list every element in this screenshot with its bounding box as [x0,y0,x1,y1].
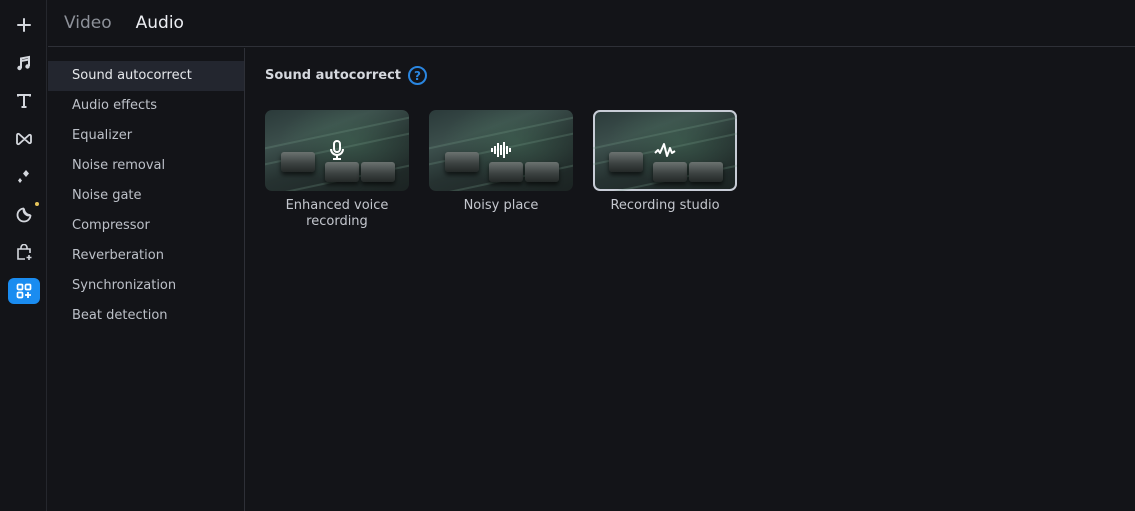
tab-audio[interactable]: Audio [136,13,184,33]
section-header: Sound autocorrect ? [265,66,1135,85]
sound-autocorrect-panel: Sound autocorrect ? Enhanced voice recor… [265,66,1135,229]
sparkle-icon [18,170,29,183]
subnav-noise-removal[interactable]: Noise removal [48,151,244,181]
subnav-reverberation[interactable]: Reverberation [48,241,244,271]
microphone-icon [330,140,344,160]
tab-video[interactable]: Video [64,13,112,33]
subnav-synchronization[interactable]: Synchronization [48,271,244,301]
waveform-icon [654,143,676,157]
rail-stickers-button[interactable] [8,202,40,228]
text-icon [17,94,31,108]
preset-thumbnail [265,110,409,191]
preset-list: Enhanced voice recording Noisy place Rec… [265,110,737,230]
subnav-noise-gate[interactable]: Noise gate [48,181,244,211]
preset-thumbnail [429,110,573,191]
shopping-bag-add-icon [17,244,32,260]
audio-tools-list: Sound autocorrect Audio effects Equalize… [48,48,245,511]
subnav-beat-detection[interactable]: Beat detection [48,301,244,331]
rail-titles-button[interactable] [8,88,40,114]
preset-enhanced-voice-recording[interactable]: Enhanced voice recording [265,110,409,230]
preset-label: Recording studio [610,198,720,213]
preset-label: Noisy place [463,198,539,213]
section-title: Sound autocorrect [265,68,402,83]
sticker-icon [16,207,32,223]
preset-noisy-place[interactable]: Noisy place [429,110,573,230]
rail-effects-button[interactable] [8,164,40,190]
media-type-tabs: Video Audio [48,0,1135,47]
rail-transitions-button[interactable] [8,126,40,152]
rail-music-button[interactable] [8,50,40,76]
tool-rail [0,0,47,511]
preset-thumbnail [593,110,737,191]
subnav-compressor[interactable]: Compressor [48,211,244,241]
notification-dot [35,202,39,206]
preset-label: Enhanced voice recording [285,198,389,229]
music-note-icon [17,55,30,71]
subnav-sound-autocorrect[interactable]: Sound autocorrect [48,61,244,91]
help-icon[interactable]: ? [408,66,428,85]
subnav-audio-effects[interactable]: Audio effects [48,91,244,121]
rail-store-button[interactable] [8,240,40,266]
transition-bowtie-icon [16,132,32,146]
preset-recording-studio[interactable]: Recording studio [593,110,737,230]
rail-add-button[interactable] [8,12,40,38]
rail-more-tools-button[interactable] [8,278,40,304]
sound-wave-icon [491,142,511,158]
apps-add-icon [16,283,32,299]
subnav-equalizer[interactable]: Equalizer [48,121,244,151]
plus-icon [17,18,31,32]
